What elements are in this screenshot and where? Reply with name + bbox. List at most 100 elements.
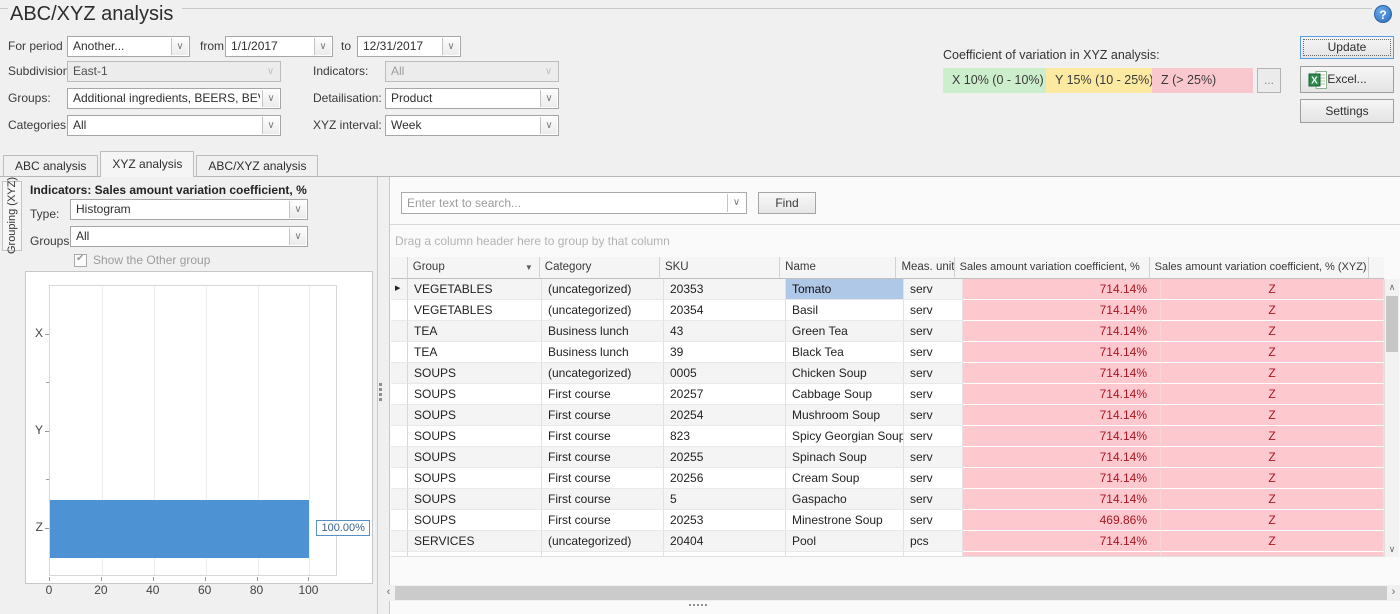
vertical-scrollbar[interactable] [1384,279,1399,557]
cell-xyz[interactable]: Z [1161,468,1384,489]
cell-unit[interactable]: serv [904,342,963,363]
cell-sku[interactable]: 20253 [664,510,786,531]
cell-group[interactable]: SOUPS [408,426,542,447]
cell-category[interactable]: (uncategorized) [542,531,664,552]
vertical-scroll-thumb[interactable] [1386,296,1398,352]
tab-abc-analysis[interactable]: ABC analysis [3,155,98,176]
cell-name[interactable]: Basil [786,300,904,321]
table-row[interactable]: VEGETABLES(uncategorized)20353Tomatoserv… [391,279,1384,300]
cell-sku[interactable]: 20257 [664,384,786,405]
cell-category[interactable]: First course [542,468,664,489]
cell-category[interactable]: First course [542,405,664,426]
cell-xyz[interactable]: Z [1161,426,1384,447]
column-header-group[interactable]: Group▼ [408,257,540,279]
cell-sku[interactable]: 43 [664,321,786,342]
table-row[interactable]: SOUPS(uncategorized)0005Chicken Soupserv… [391,363,1384,384]
chevron-down-icon[interactable] [289,201,306,218]
cell-unit[interactable]: serv [904,447,963,468]
scroll-down-icon[interactable] [1385,541,1399,557]
settings-button[interactable]: Settings [1300,99,1394,123]
from-date-select[interactable]: 1/1/2017 [225,36,333,57]
column-header-meas-unit[interactable]: Meas. unit [896,257,954,279]
cell-category[interactable]: (uncategorized) [542,300,664,321]
cell-sku[interactable]: 20354 [664,300,786,321]
cell-unit[interactable]: serv [904,510,963,531]
cell-sku[interactable]: 39 [664,342,786,363]
excel-button[interactable]: X Excel... [1300,66,1394,93]
cell-sku[interactable]: 20254 [664,405,786,426]
cell-name[interactable]: Cabbage Soup [786,384,904,405]
cell-xyz[interactable]: Z [1161,489,1384,510]
cell-coef[interactable]: 714.14% [963,489,1161,510]
chevron-down-icon[interactable] [442,38,459,55]
cell-xyz[interactable]: Z [1161,510,1384,531]
table-row[interactable]: SERVICES(uncategorized)20404Poolpcs714.1… [391,531,1384,552]
cell-unit[interactable]: serv [904,426,963,447]
cell-coef[interactable]: 469.86% [963,510,1161,531]
cell-group[interactable]: SOUPS [408,405,542,426]
cell-xyz[interactable]: Z [1161,342,1384,363]
cell-unit[interactable]: serv [904,489,963,510]
cell-coef[interactable]: 714.14% [963,363,1161,384]
cell-group[interactable]: SOUPS [408,447,542,468]
column-header-sku[interactable]: SKU [660,257,780,279]
cell-sku[interactable]: 20404 [664,531,786,552]
cell-name[interactable]: Mushroom Soup [786,405,904,426]
chevron-down-icon[interactable] [262,117,279,134]
cell-coef[interactable]: 714.14% [963,405,1161,426]
scroll-up-icon[interactable] [1385,279,1399,295]
help-icon[interactable]: ? [1374,5,1392,23]
table-row[interactable]: SOUPSFirst course20253Minestrone Soupser… [391,510,1384,531]
search-input[interactable] [407,194,724,212]
cell-name[interactable]: Minestrone Soup [786,510,904,531]
cell-coef[interactable]: 714.14% [963,468,1161,489]
cell-category[interactable]: Business lunch [542,321,664,342]
cell-sku[interactable]: 0005 [664,363,786,384]
chart-bar-z[interactable] [50,500,309,558]
cell-unit[interactable]: serv [904,363,963,384]
horizontal-scroll-thumb[interactable] [395,586,1387,600]
cell-category[interactable]: First course [542,384,664,405]
cell-coef[interactable]: 714.14% [963,300,1161,321]
table-row[interactable]: SOUPSFirst course20255Spinach Soupserv71… [391,447,1384,468]
grouping-xyz-side-tab[interactable]: Grouping (XYZ) [2,181,22,251]
column-header-sales-amount-variation-coefficient-xyz[interactable]: Sales amount variation coefficient, % (X… [1150,257,1370,279]
cell-xyz[interactable]: Z [1161,279,1384,300]
cell-category[interactable]: First course [542,510,664,531]
groups-select[interactable]: Additional ingredients, BEERS, BEV... [67,88,281,109]
cell-category[interactable]: First course [542,426,664,447]
cell-name[interactable]: Gaspacho [786,489,904,510]
cell-coef[interactable]: 714.14% [963,426,1161,447]
table-row[interactable]: VEGETABLES(uncategorized)20354Basilserv7… [391,300,1384,321]
chart-type-select[interactable]: Histogram [70,199,308,220]
cell-sku[interactable]: 5 [664,489,786,510]
table-row[interactable]: SOUPSFirst course5Gaspachoserv714.14%Z [391,489,1384,510]
cell-category[interactable]: First course [542,489,664,510]
column-header-category[interactable]: Category [540,257,660,279]
panel-splitter[interactable] [379,383,383,399]
cell-coef[interactable]: 714.14% [963,531,1161,552]
cell-group[interactable]: TEA [408,321,542,342]
cell-unit[interactable]: serv [904,384,963,405]
cell-name[interactable]: Pool [786,531,904,552]
cell-group[interactable]: VEGETABLES [408,279,542,300]
tab-abc-xyz-analysis[interactable]: ABC/XYZ analysis [196,155,318,176]
cell-name[interactable]: Cream Soup [786,468,904,489]
cell-name[interactable]: Spicy Georgian Soup [786,426,904,447]
horizontal-scrollbar[interactable] [382,585,1400,601]
cell-group[interactable]: SERVICES [408,531,542,552]
cell-name[interactable]: Tomato [786,279,904,300]
cell-coef[interactable]: 714.14% [963,447,1161,468]
table-row[interactable]: SOUPSFirst course823Spicy Georgian Soups… [391,426,1384,447]
cell-xyz[interactable]: Z [1161,531,1384,552]
to-date-select[interactable]: 12/31/2017 [357,36,461,57]
cell-group[interactable]: VEGETABLES [408,300,542,321]
cell-coef[interactable]: 714.14% [963,279,1161,300]
chevron-down-icon[interactable] [262,90,279,107]
table-row[interactable]: SOUPSFirst course20256Cream Soupserv714.… [391,468,1384,489]
chevron-down-icon[interactable] [289,228,306,245]
cell-unit[interactable]: serv [904,468,963,489]
cell-group[interactable]: SOUPS [408,489,542,510]
column-header-sales-amount-variation-coefficient[interactable]: Sales amount variation coefficient, % [955,257,1150,279]
cell-name[interactable]: Green Tea [786,321,904,342]
